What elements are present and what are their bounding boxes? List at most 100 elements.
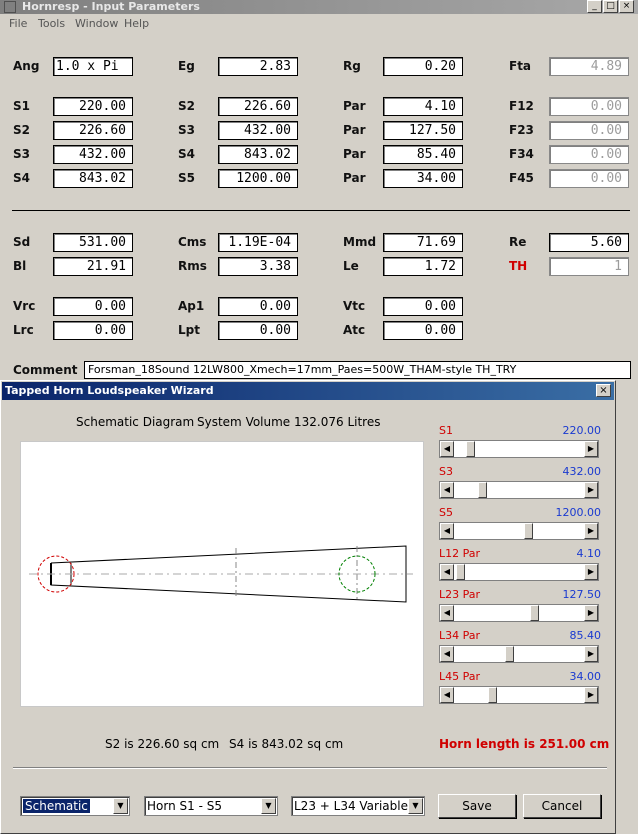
slider-left-arrow-icon[interactable]: ◀: [440, 646, 454, 662]
eg-label: Eg: [178, 59, 195, 73]
horn-section-select[interactable]: Horn S1 - S5 ▼: [144, 796, 278, 816]
s5-field[interactable]: 1200.00: [218, 169, 298, 188]
re-label: Re: [509, 235, 527, 249]
slider-thumb[interactable]: [487, 687, 497, 703]
chevron-down-icon[interactable]: ▼: [408, 798, 423, 814]
cancel-button[interactable]: Cancel: [523, 794, 601, 818]
slider-value-s1: 220.00: [562, 424, 602, 437]
slider-l34[interactable]: ◀ ▶: [439, 645, 599, 663]
s2-field[interactable]: 226.60: [218, 97, 298, 116]
slider-l23[interactable]: ◀ ▶: [439, 604, 599, 622]
minimize-button[interactable]: _: [587, 0, 602, 13]
mmd-field[interactable]: 71.69: [383, 233, 463, 252]
slider-left-arrow-icon[interactable]: ◀: [440, 687, 454, 703]
rg-field[interactable]: 0.20: [383, 57, 463, 76]
re-field[interactable]: 5.60: [549, 233, 629, 252]
slider-thumb[interactable]: [524, 523, 534, 539]
maximize-button[interactable]: □: [603, 0, 618, 13]
atc-field[interactable]: 0.00: [383, 321, 463, 340]
slider-l45[interactable]: ◀ ▶: [439, 686, 599, 704]
slider-s1[interactable]: ◀ ▶: [439, 440, 599, 458]
eg-field[interactable]: 2.83: [218, 57, 298, 76]
slider-par: Par: [462, 588, 481, 601]
s2-info: S2 is 226.60 sq cm: [105, 737, 220, 751]
par-field[interactable]: 4.10: [383, 97, 463, 116]
ang-field[interactable]: 1.0 x Pi: [53, 57, 133, 76]
slider-right-arrow-icon[interactable]: ▶: [584, 523, 598, 539]
lpt-field[interactable]: 0.00: [218, 321, 298, 340]
par-field[interactable]: 127.50: [383, 121, 463, 140]
vtc-field[interactable]: 0.00: [383, 297, 463, 316]
lpt-label: Lpt: [178, 323, 200, 337]
s4-field[interactable]: 843.02: [218, 145, 298, 164]
bl-field[interactable]: 21.91: [53, 257, 133, 276]
slider-left-arrow-icon[interactable]: ◀: [440, 441, 454, 457]
slider-name: L45: [439, 670, 460, 683]
slider-value-l34: 85.40: [569, 629, 602, 642]
fta-field: 4.89: [549, 57, 629, 76]
slider-right-arrow-icon[interactable]: ▶: [584, 646, 598, 662]
save-button[interactable]: Save: [438, 794, 516, 818]
slider-l12[interactable]: ◀ ▶: [439, 563, 599, 581]
close-button[interactable]: ×: [619, 0, 634, 13]
lrc-field[interactable]: 0.00: [53, 321, 133, 340]
rms-field[interactable]: 3.38: [218, 257, 298, 276]
view-select[interactable]: Schematic ▼: [20, 796, 130, 816]
sd-field[interactable]: 531.00: [53, 233, 133, 252]
slider-thumb[interactable]: [504, 646, 514, 662]
slider-par: Par: [462, 629, 481, 642]
s3-label: S3: [178, 123, 195, 137]
slider-right-arrow-icon[interactable]: ▶: [584, 564, 598, 580]
slider-value-l45: 34.00: [569, 670, 602, 683]
slider-right-arrow-icon[interactable]: ▶: [584, 687, 598, 703]
slider-right-arrow-icon[interactable]: ▶: [584, 482, 598, 498]
atc-label: Atc: [343, 323, 366, 337]
chevron-down-icon[interactable]: ▼: [261, 798, 276, 814]
s1-field[interactable]: 220.00: [53, 97, 133, 116]
menu-file[interactable]: File: [9, 17, 27, 30]
slider-thumb[interactable]: [530, 605, 540, 621]
s1-label: S1: [13, 99, 30, 113]
mmd-label: Mmd: [343, 235, 377, 249]
menu-help[interactable]: Help: [124, 17, 149, 30]
le-label: Le: [343, 259, 359, 273]
s2-field[interactable]: 226.60: [53, 121, 133, 140]
th-label[interactable]: TH: [509, 259, 527, 273]
wizard-close-button[interactable]: ×: [596, 384, 611, 397]
slider-s3[interactable]: ◀ ▶: [439, 481, 599, 499]
ap1-field[interactable]: 0.00: [218, 297, 298, 316]
par-field[interactable]: 85.40: [383, 145, 463, 164]
vrc-field[interactable]: 0.00: [53, 297, 133, 316]
tapped-horn-wizard-dialog: Tapped Horn Loudspeaker Wizard × Schemat…: [0, 380, 616, 834]
slider-left-arrow-icon[interactable]: ◀: [440, 523, 454, 539]
variable-value: L23 + L34 Variable: [294, 799, 408, 813]
s4-field[interactable]: 843.02: [53, 169, 133, 188]
s2-label: S2: [13, 123, 30, 137]
slider-left-arrow-icon[interactable]: ◀: [440, 482, 454, 498]
s3-field[interactable]: 432.00: [53, 145, 133, 164]
slider-right-arrow-icon[interactable]: ▶: [584, 605, 598, 621]
menu-tools[interactable]: Tools: [38, 17, 65, 30]
cms-field[interactable]: 1.19E-04: [218, 233, 298, 252]
le-field[interactable]: 1.72: [383, 257, 463, 276]
s4-label: S4: [178, 147, 195, 161]
schematic-diagram: [20, 441, 424, 707]
f45-field: 0.00: [549, 169, 629, 188]
par-field[interactable]: 34.00: [383, 169, 463, 188]
slider-right-arrow-icon[interactable]: ▶: [584, 441, 598, 457]
slider-left-arrow-icon[interactable]: ◀: [440, 605, 454, 621]
comment-field[interactable]: Forsman_18Sound 12LW800_Xmech=17mm_Paes=…: [84, 361, 631, 379]
slider-thumb[interactable]: [456, 564, 466, 580]
slider-label-s3: S3: [439, 465, 453, 478]
slider-s5[interactable]: ◀ ▶: [439, 522, 599, 540]
chevron-down-icon[interactable]: ▼: [113, 798, 128, 814]
menu-window[interactable]: Window: [75, 17, 118, 30]
slider-par: Par: [462, 547, 481, 560]
variable-select[interactable]: L23 + L34 Variable ▼: [291, 796, 425, 816]
slider-left-arrow-icon[interactable]: ◀: [440, 564, 454, 580]
slider-thumb[interactable]: [466, 441, 476, 457]
slider-panel: S1 220.00 ◀ ▶ S3 432.00 ◀ ▶ S5 1200.00 ◀…: [439, 424, 601, 724]
s3-field[interactable]: 432.00: [218, 121, 298, 140]
par-label: Par: [343, 99, 366, 113]
slider-thumb[interactable]: [478, 482, 488, 498]
